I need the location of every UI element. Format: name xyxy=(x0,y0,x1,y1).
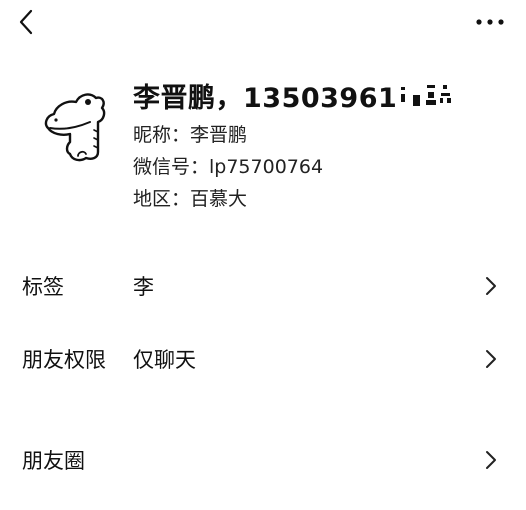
profile-header: 李晋鹏，13503961 昵称：李晋鹏 微信号：lp75700764 地区：百慕… xyxy=(0,60,526,230)
redacted-mark xyxy=(401,84,452,106)
more-horizontal-icon xyxy=(476,19,504,25)
chevron-left-icon xyxy=(19,9,33,35)
chevron-right-icon xyxy=(486,350,496,368)
top-bar xyxy=(0,0,526,48)
friend-permissions-row[interactable]: 朋友权限 仅聊天 xyxy=(0,329,526,389)
nickname-text: 昵称：李晋鹏 xyxy=(133,124,248,146)
name-text: 李晋鹏，13503961 xyxy=(133,83,398,114)
moments-row[interactable]: 朋友圈 xyxy=(0,430,526,490)
crocodile-cartoon-avatar xyxy=(44,93,106,162)
friend-permissions-value: 仅聊天 xyxy=(133,348,196,372)
friend-permissions-label: 朋友权限 xyxy=(22,348,106,372)
region-text: 地区：百慕大 xyxy=(133,188,248,210)
chevron-right-icon xyxy=(486,451,496,469)
wechat-id-text: 微信号：lp75700764 xyxy=(133,156,324,178)
moments-label: 朋友圈 xyxy=(22,449,85,473)
back-button[interactable] xyxy=(10,4,42,40)
more-button[interactable] xyxy=(472,8,508,36)
tags-row[interactable]: 标签 李 xyxy=(0,256,526,316)
contact-name: 李晋鹏，13503961 xyxy=(133,76,475,115)
tags-value: 李 xyxy=(133,275,154,299)
avatar[interactable] xyxy=(40,80,110,164)
chevron-right-icon xyxy=(486,277,496,295)
tags-label: 标签 xyxy=(22,275,64,299)
